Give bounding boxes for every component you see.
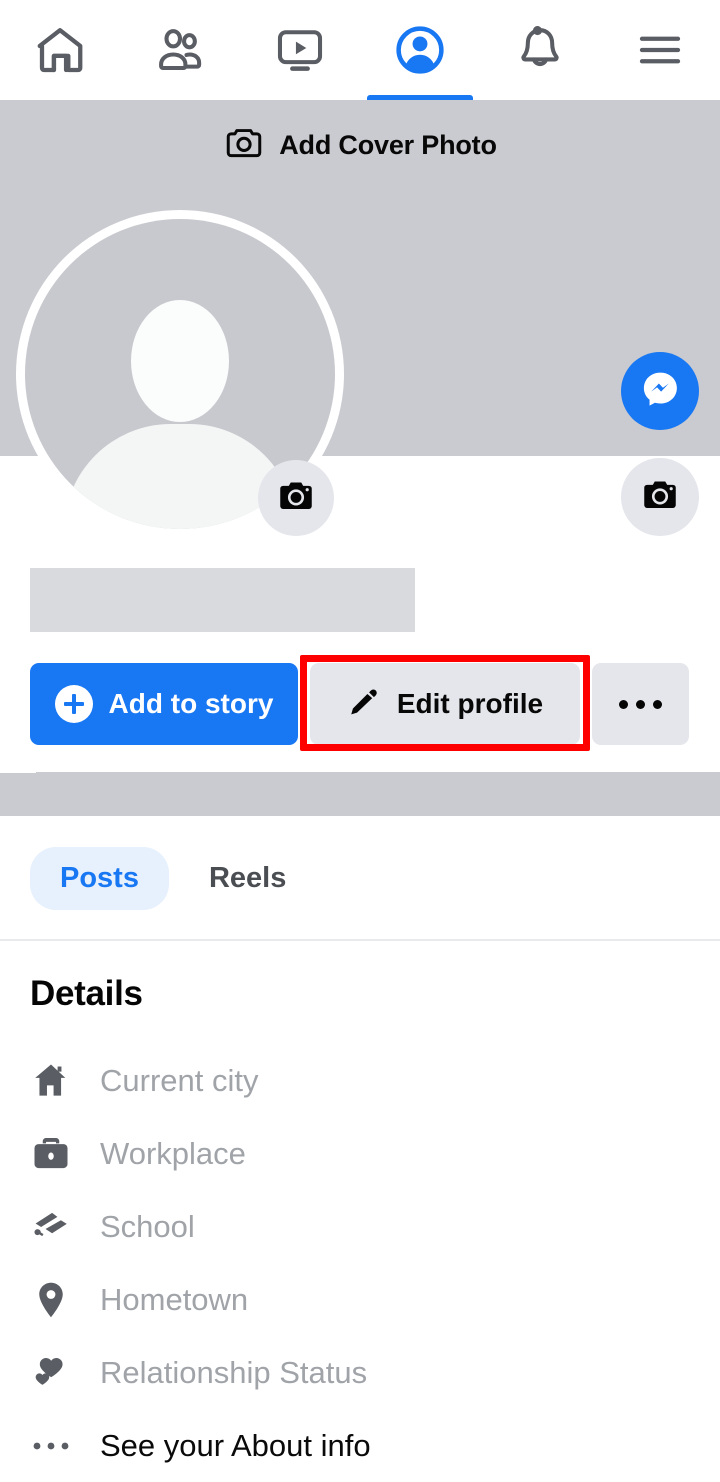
profile-tabs: Posts Reels (0, 816, 720, 940)
house-icon (28, 1058, 74, 1104)
detail-label: Current city (100, 1062, 259, 1098)
cover-camera-button[interactable] (621, 458, 699, 536)
video-icon (273, 23, 327, 77)
hearts-icon (28, 1350, 74, 1396)
profile-action-buttons: Add to story Edit profile (0, 663, 720, 745)
nav-item-video[interactable] (240, 0, 360, 100)
detail-label: Hometown (100, 1281, 249, 1317)
messenger-chat-button[interactable] (621, 352, 699, 430)
nav-item-profile[interactable] (360, 0, 480, 100)
more-options-button[interactable] (592, 663, 689, 745)
tab-reels-label: Reels (208, 861, 287, 894)
profile-name-placeholder (30, 568, 415, 632)
camera-icon (275, 475, 317, 522)
camera-icon (223, 122, 265, 169)
top-navigation-bar (0, 0, 720, 100)
detail-row-relationship-status[interactable]: Relationship Status (0, 1336, 720, 1409)
home-icon (33, 23, 87, 77)
messenger-chat-icon (638, 367, 682, 416)
details-list: Current city Workplace School Hometown R… (0, 1044, 720, 1482)
menu-icon (633, 23, 687, 77)
camera-icon (639, 474, 681, 521)
add-cover-photo-label: Add Cover Photo (279, 130, 497, 160)
tab-posts-label: Posts (60, 861, 139, 894)
edit-profile-label: Edit profile (396, 688, 544, 719)
friends-icon (153, 23, 207, 77)
briefcase-icon (28, 1131, 74, 1177)
detail-label: Relationship Status (100, 1354, 368, 1390)
profile-picture-camera-button[interactable] (258, 460, 334, 536)
nav-item-notifications[interactable] (480, 0, 600, 100)
pencil-icon (347, 684, 381, 725)
ellipsis-icon (619, 699, 662, 709)
detail-label: Workplace (100, 1135, 246, 1171)
ellipsis-icon (28, 1423, 74, 1469)
tab-reels[interactable]: Reels (179, 847, 316, 910)
detail-row-school[interactable]: School (0, 1190, 720, 1263)
add-cover-photo-button[interactable]: Add Cover Photo (0, 122, 720, 169)
avatar-head-shape (131, 299, 229, 422)
notifications-icon (513, 23, 567, 77)
details-heading: Details (30, 974, 143, 1013)
detail-label: See your About info (100, 1427, 371, 1463)
add-to-story-button[interactable]: Add to story (30, 663, 298, 745)
profile-icon (393, 23, 447, 77)
detail-row-hometown[interactable]: Hometown (0, 1263, 720, 1336)
detail-row-current-city[interactable]: Current city (0, 1044, 720, 1117)
tab-posts[interactable]: Posts (30, 846, 169, 910)
add-to-story-label: Add to story (108, 688, 274, 719)
edit-profile-button[interactable]: Edit profile (310, 663, 580, 745)
location-pin-icon (28, 1277, 74, 1323)
tabs-divider (0, 939, 720, 941)
detail-row-see-about-info[interactable]: See your About info (0, 1409, 720, 1482)
plus-circle-icon (54, 685, 93, 723)
detail-row-workplace[interactable]: Workplace (0, 1117, 720, 1190)
detail-label: School (100, 1208, 195, 1244)
section-separator-notch (0, 767, 36, 773)
graduation-icon (28, 1204, 74, 1250)
nav-item-menu[interactable] (600, 0, 720, 100)
section-separator (0, 772, 720, 816)
facebook-profile-screen: Add Cover Photo Add to story Edit profil… (0, 0, 720, 1475)
nav-item-home[interactable] (0, 0, 120, 100)
nav-item-friends[interactable] (120, 0, 240, 100)
